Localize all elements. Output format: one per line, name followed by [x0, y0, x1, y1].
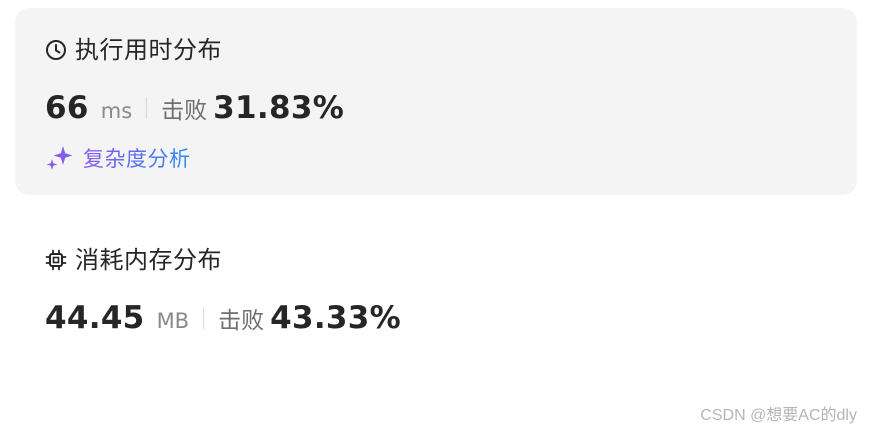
memory-stats: 44.45 MB 击败 43.33% — [45, 300, 401, 340]
memory-divider — [203, 307, 205, 329]
memory-beat-percent: 43.33% — [270, 300, 402, 336]
runtime-beat-percent: 31.83% — [213, 90, 345, 126]
watermark: CSDN @想要AC的dly — [700, 407, 857, 424]
runtime-divider — [146, 97, 148, 119]
runtime-unit: ms — [100, 99, 133, 123]
clock-icon — [45, 39, 67, 61]
runtime-title: 执行用时分布 — [75, 36, 222, 64]
memory-title-row: 消耗内存分布 — [45, 245, 222, 275]
chip-icon — [45, 249, 67, 271]
memory-beat-label: 击败 — [218, 308, 265, 334]
runtime-value: 66 — [45, 90, 89, 126]
runtime-stats: 66 ms 击败 31.83% — [45, 90, 344, 130]
memory-unit: MB — [156, 309, 190, 333]
complexity-analysis-link[interactable]: 复杂度分析 — [45, 143, 191, 173]
memory-title: 消耗内存分布 — [75, 246, 222, 274]
sparkle-icon — [45, 143, 75, 173]
runtime-beat-label: 击败 — [161, 98, 208, 124]
memory-value: 44.45 — [45, 300, 145, 336]
complexity-analysis-label: 复杂度分析 — [83, 143, 191, 173]
runtime-title-row: 执行用时分布 — [45, 35, 222, 65]
